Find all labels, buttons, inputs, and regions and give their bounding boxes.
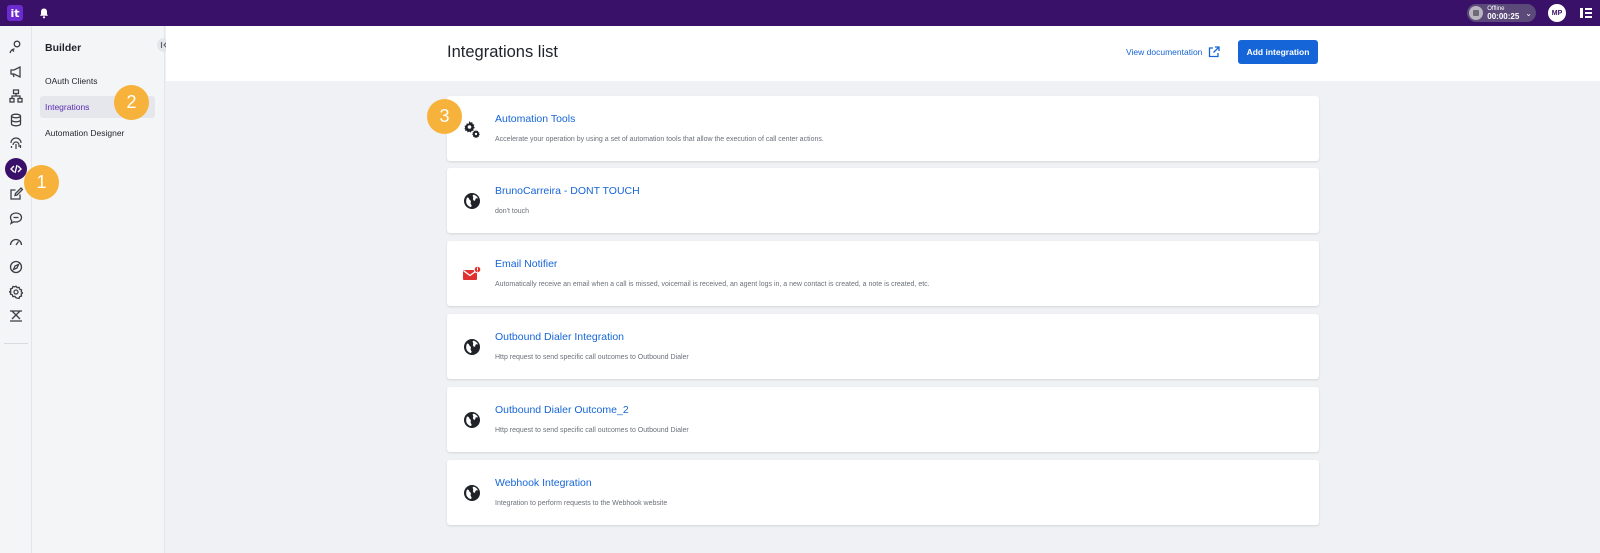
- panel-menu-icon[interactable]: [1580, 7, 1592, 19]
- icon-rail: [0, 26, 32, 553]
- chevron-down-icon: ⌄: [1525, 8, 1532, 18]
- integration-title[interactable]: Outbound Dialer Outcome_2: [495, 404, 629, 416]
- integration-title[interactable]: BrunoCarreira - DONT TOUCH: [495, 185, 640, 197]
- gear-icon[interactable]: [5, 281, 27, 303]
- callout-badge-2: 2: [114, 85, 149, 120]
- integration-title[interactable]: Outbound Dialer Integration: [495, 331, 624, 343]
- add-integration-button[interactable]: Add integration: [1238, 40, 1318, 64]
- app-logo[interactable]: it: [7, 5, 23, 21]
- status-indicator-icon: [1469, 6, 1484, 20]
- integration-card[interactable]: Webhook Integration Integration to perfo…: [447, 460, 1319, 525]
- agent-status-selector[interactable]: Offline 00:00:25 ⌄: [1467, 4, 1536, 22]
- status-timer: 00:00:25: [1487, 12, 1520, 21]
- bell-icon[interactable]: [37, 6, 51, 20]
- globe-icon: [462, 410, 482, 430]
- fingerprint-icon[interactable]: [5, 133, 27, 155]
- panel-title: Builder: [45, 42, 82, 54]
- integration-card[interactable]: Outbound Dialer Outcome_2 Http request t…: [447, 387, 1319, 452]
- megaphone-icon[interactable]: [5, 61, 27, 83]
- page-header: Integrations list View documentation Add…: [166, 26, 1600, 81]
- nav-item-automation-designer[interactable]: Automation Designer: [40, 122, 155, 144]
- rail-divider: [4, 343, 28, 344]
- view-documentation-label: View documentation: [1126, 47, 1203, 57]
- integration-card[interactable]: Email Notifier Automatically receive an …: [447, 241, 1319, 306]
- compass-icon[interactable]: [5, 256, 27, 278]
- integration-description: Integration to perform requests to the W…: [495, 500, 668, 507]
- chat-icon[interactable]: [5, 207, 27, 229]
- top-bar: it Offline 00:00:25 ⌄ MP: [0, 0, 1600, 26]
- gears-icon: [462, 119, 482, 139]
- integration-description: Automatically receive an email when a ca…: [495, 281, 930, 288]
- user-avatar[interactable]: MP: [1548, 4, 1566, 22]
- page-title: Integrations list: [447, 43, 558, 61]
- flow-icon[interactable]: [5, 85, 27, 107]
- switchboard-icon[interactable]: [5, 305, 27, 327]
- globe-icon: [462, 337, 482, 357]
- integration-card[interactable]: BrunoCarreira - DONT TOUCH don't touch: [447, 168, 1319, 233]
- integration-card[interactable]: Outbound Dialer Integration Http request…: [447, 314, 1319, 379]
- email-notifier-icon: [462, 264, 482, 284]
- callout-badge-3: 3: [427, 99, 462, 134]
- integration-description: Accelerate your operation by using a set…: [495, 136, 824, 143]
- database-icon[interactable]: [5, 109, 27, 131]
- external-link-icon: [1208, 46, 1221, 58]
- integration-title[interactable]: Automation Tools: [495, 113, 575, 125]
- integration-description: Http request to send specific call outco…: [495, 354, 689, 361]
- integration-title[interactable]: Email Notifier: [495, 258, 557, 270]
- integration-title[interactable]: Webhook Integration: [495, 477, 592, 489]
- globe-icon: [462, 191, 482, 211]
- view-documentation-link[interactable]: View documentation: [1126, 46, 1221, 58]
- globe-icon: [462, 483, 482, 503]
- integration-description: Http request to send specific call outco…: [495, 427, 689, 434]
- integration-card[interactable]: Automation Tools Accelerate your operati…: [447, 96, 1319, 161]
- wave-user-icon[interactable]: [5, 36, 27, 58]
- callout-badge-1: 1: [24, 165, 59, 200]
- gauge-icon[interactable]: [5, 231, 27, 253]
- integration-description: don't touch: [495, 208, 530, 215]
